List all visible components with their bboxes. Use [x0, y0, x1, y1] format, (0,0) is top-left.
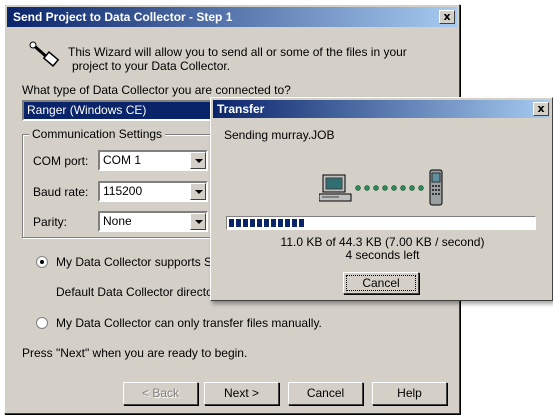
baud-rate-select[interactable]: 115200 [98, 181, 208, 202]
collector-type-select[interactable]: Ranger (Windows CE) [22, 100, 222, 121]
back-button[interactable]: < Back [123, 382, 198, 405]
progress-block [243, 219, 248, 227]
time-left: 4 seconds left [345, 248, 420, 262]
baud-rate-label: Baud rate: [33, 185, 89, 199]
communication-settings-label: Communication Settings [29, 127, 166, 141]
default-directory-label: Default Data Collector directory: [56, 285, 227, 299]
wizard-close-button[interactable]: x [439, 10, 455, 24]
progress-block [299, 219, 304, 227]
chevron-down-icon[interactable] [190, 213, 206, 230]
chevron-down-icon[interactable] [190, 152, 206, 169]
radio-supports-services-label: My Data Collector supports Serv [56, 255, 229, 269]
com-port-select[interactable]: COM 1 [98, 150, 208, 171]
transfer-close-button[interactable]: x [533, 102, 549, 116]
chevron-down-icon[interactable] [190, 183, 206, 200]
progress-block [264, 219, 269, 227]
transfer-cancel-button[interactable]: Cancel [343, 272, 419, 294]
computer-icon [319, 174, 352, 202]
progress-block [236, 219, 241, 227]
intro-line-2: project to your Data Collector. [72, 59, 231, 73]
progress-block [292, 219, 297, 227]
intro-line-1: This Wizard will allow you to send all o… [68, 45, 407, 59]
collector-type-question: What type of Data Collector you are conn… [22, 83, 291, 97]
transfer-title: Transfer [217, 102, 265, 116]
intro-text: This Wizard will allow you to send all o… [68, 45, 407, 73]
progress-block [271, 219, 276, 227]
data-collector-icon [429, 169, 443, 206]
instruction-text: Press "Next" when you are ready to begin… [22, 346, 248, 360]
parity-label: Parity: [33, 215, 68, 229]
progress-block [285, 219, 290, 227]
radio-manual-transfer-label: My Data Collector can only transfer file… [56, 316, 322, 330]
transfer-progress-bar [226, 216, 536, 230]
progress-text: 11.0 KB of 44.3 KB (7.00 KB / second) 4 … [211, 236, 553, 262]
next-button[interactable]: Next > [204, 382, 279, 405]
com-port-label: COM port: [33, 154, 89, 168]
transfer-link-dots [355, 185, 424, 191]
transfer-dialog: Transfer x Sending murray.JOB 11.0 KB of… [210, 97, 553, 301]
progress-block [229, 219, 234, 227]
progress-block [278, 219, 283, 227]
radio-manual-transfer[interactable] [36, 317, 48, 329]
progress-block [250, 219, 255, 227]
cancel-button[interactable]: Cancel [288, 382, 363, 405]
progress-block [257, 219, 262, 227]
transfer-status: Sending murray.JOB [224, 128, 335, 142]
wand-icon [29, 41, 60, 67]
wizard-title-bar[interactable]: Send Project to Data Collector - Step 1 [7, 7, 457, 27]
radio-supports-services[interactable] [36, 256, 48, 268]
parity-select[interactable]: None [98, 211, 208, 232]
transfer-title-bar[interactable]: Transfer [213, 100, 550, 118]
help-button[interactable]: Help [372, 382, 447, 405]
wizard-title: Send Project to Data Collector - Step 1 [13, 10, 233, 24]
